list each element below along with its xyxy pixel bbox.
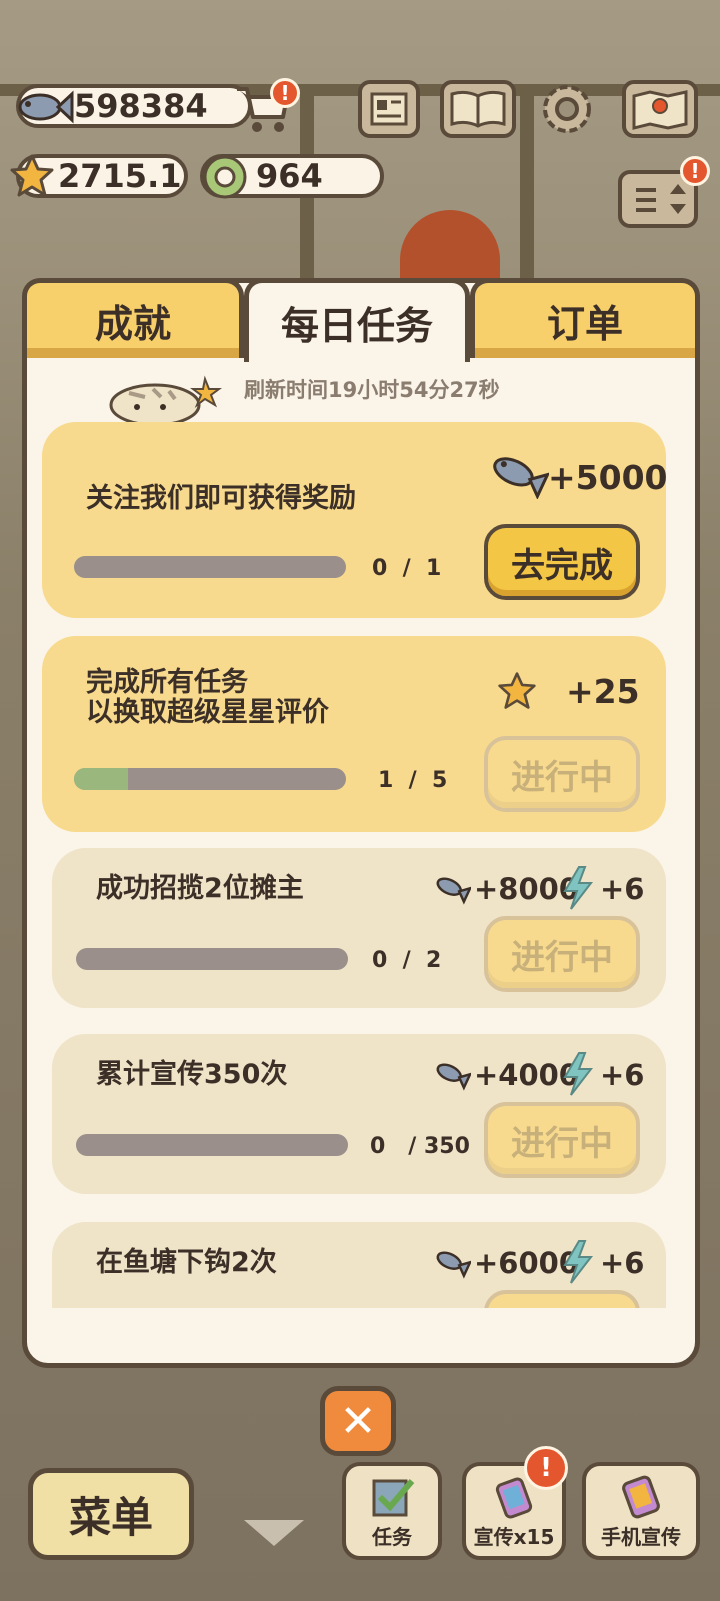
book-icon[interactable] <box>440 80 516 138</box>
shop-alert-badge: ! <box>270 78 300 108</box>
progress-text: 0 / 350 <box>370 1134 470 1159</box>
promote-label: 宣传x15 <box>473 1525 555 1549</box>
tab-label: 成就 <box>94 302 171 346</box>
tab-shadow <box>27 348 239 358</box>
newspaper-icon[interactable] <box>358 80 420 138</box>
sort-alert-badge: ! <box>680 156 710 186</box>
alert-mark: ! <box>280 81 290 105</box>
reward-star: +25 <box>566 672 640 711</box>
map-icon[interactable] <box>622 80 698 138</box>
tab-orders[interactable]: 订单 <box>470 278 700 358</box>
coin-icon <box>200 152 250 202</box>
reward-energy: +6 <box>600 872 645 906</box>
menu-button[interactable]: 菜单 <box>28 1468 194 1560</box>
wooden-post <box>520 96 534 286</box>
task-card: 在鱼塘下钩2次 +6000 +6 <box>52 1222 666 1308</box>
alert-mark: ! <box>690 159 700 183</box>
progress-text: 0 / 2 <box>372 948 442 973</box>
go-complete-button[interactable]: 去完成 <box>484 524 640 600</box>
collapse-arrow-icon[interactable] <box>244 1520 304 1546</box>
task-title: 关注我们即可获得奖励 <box>86 483 356 514</box>
energy-bolt-icon <box>558 1050 598 1098</box>
fish-icon <box>432 868 472 908</box>
menu-label: 菜单 <box>68 1492 153 1542</box>
task-title: 累计宣传350次 <box>96 1059 288 1090</box>
close-icon: ✕ <box>339 1395 377 1447</box>
task-list[interactable]: 关注我们即可获得奖励 0 / 1 +5000 去完成 完成所有任务 以换取超级星… <box>22 418 700 1308</box>
in-progress-button[interactable]: 进行中 <box>484 1102 640 1178</box>
gear-icon[interactable] <box>536 78 598 140</box>
tab-label: 订单 <box>546 302 623 346</box>
star-icon <box>8 152 56 200</box>
checklist-icon <box>372 1479 415 1517</box>
progress-bar <box>74 556 346 578</box>
phone-promote-label: 手机宣传 <box>601 1525 681 1549</box>
progress-bar <box>74 768 346 790</box>
fish-icon <box>486 448 550 500</box>
phone-icon <box>622 1475 660 1519</box>
fish-icon <box>432 1242 472 1282</box>
task-title: 成功招揽2位摊主 <box>96 873 304 904</box>
alert-mark: ! <box>540 1453 552 1483</box>
fish-icon <box>12 82 76 132</box>
task-card: 累计宣传350次 0 / 350 +4000 +6 进行中 <box>52 1034 666 1194</box>
tab-achievements[interactable]: 成就 <box>22 278 244 358</box>
tasks-label: 任务 <box>372 1525 412 1549</box>
fish-icon <box>432 1054 472 1094</box>
phone-promote-button[interactable]: 手机宣传 <box>582 1462 700 1560</box>
energy-bolt-icon <box>558 1238 598 1286</box>
star-rating: 2715.1 <box>58 157 182 195</box>
in-progress-button[interactable] <box>484 1290 640 1308</box>
reward-energy: +6 <box>600 1058 645 1092</box>
progress-bar <box>76 1134 348 1156</box>
fish-count: 598384 <box>74 87 208 125</box>
star-icon <box>496 670 538 712</box>
coin-count: 964 <box>256 157 323 195</box>
promote-alert-badge: ! <box>524 1446 568 1490</box>
task-card: 关注我们即可获得奖励 0 / 1 +5000 去完成 <box>42 422 668 618</box>
progress-text: 1 / 5 <box>378 768 448 793</box>
task-card: 完成所有任务 以换取超级星星评价 1 / 5 +25 进行中 <box>42 636 666 832</box>
refresh-timer: 刷新时间19小时54分27秒 <box>244 378 500 402</box>
progress-text: 0 / 1 <box>372 556 442 581</box>
task-title: 完成所有任务 以换取超级星星评价 <box>86 667 329 728</box>
reward-fish: +5000 <box>548 458 668 497</box>
energy-bolt-icon <box>558 864 598 912</box>
progress-bar <box>76 948 348 970</box>
tab-label: 每日任务 <box>280 304 433 348</box>
task-card: 成功招揽2位摊主 0 / 2 +8000 +6 进行中 <box>52 848 666 1008</box>
tasks-button[interactable]: 任务 <box>342 1462 442 1560</box>
tab-shadow <box>475 348 695 358</box>
progress-fill <box>74 768 129 790</box>
reward-energy: +6 <box>600 1246 645 1280</box>
in-progress-button[interactable]: 进行中 <box>484 736 640 812</box>
tab-daily-tasks[interactable]: 每日任务 <box>244 278 470 362</box>
close-button[interactable]: ✕ <box>320 1386 396 1456</box>
task-title: 在鱼塘下钩2次 <box>96 1247 277 1278</box>
in-progress-button[interactable]: 进行中 <box>484 916 640 992</box>
